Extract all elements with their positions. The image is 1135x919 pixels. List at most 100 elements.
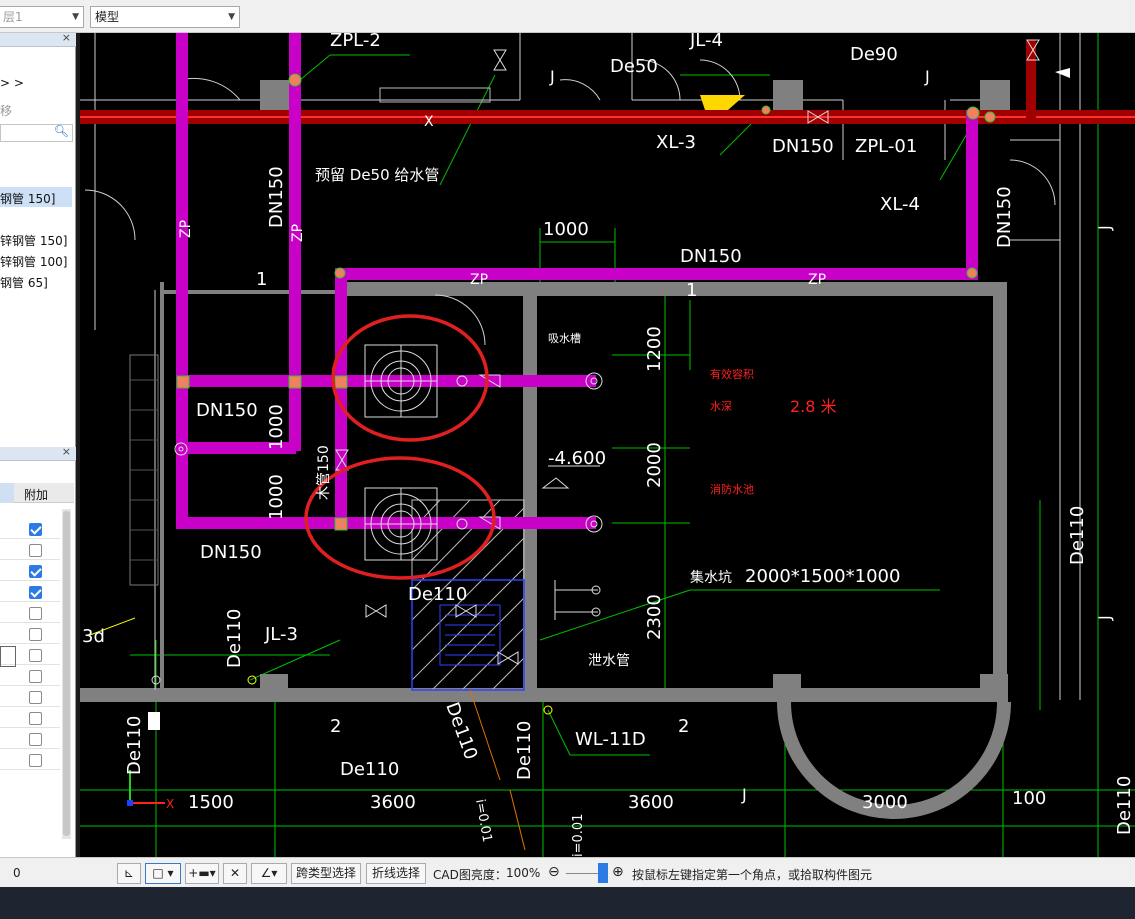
label-axis2-left: 2: [330, 716, 341, 737]
label-axis1-left: 1: [256, 269, 267, 290]
property-item[interactable]: 钢管 65]: [0, 274, 48, 291]
ortho-icon: ⊾: [123, 866, 135, 880]
add-checkbox[interactable]: [29, 628, 42, 641]
grid-header-add: 附加: [24, 488, 49, 502]
label-j-vert2: J: [1095, 615, 1114, 621]
label-de110-bottom: De110: [340, 759, 399, 780]
label-water-depth: 水深: [710, 400, 732, 413]
cad-canvas[interactable]: ZPL-2 JL-4 De50 De90 X J J XL-3 DN150 ZP…: [80, 33, 1135, 857]
grid-row-divider: [0, 559, 60, 560]
scroll-thumb[interactable]: [63, 511, 70, 836]
label-dim-1500: 1500: [188, 792, 234, 813]
label-dim-2300: 2300: [644, 594, 665, 640]
label-1000-top: 1000: [543, 219, 589, 240]
property-item[interactable]: 钢管 150]: [0, 190, 55, 207]
expand-item[interactable]: > >: [0, 76, 24, 90]
add-checkbox[interactable]: [29, 754, 42, 767]
ortho-button[interactable]: ⊾: [117, 863, 141, 884]
walls: [80, 80, 1010, 702]
add-checkbox[interactable]: [29, 586, 42, 599]
highlight-circles: [304, 314, 496, 580]
zoom-out-icon[interactable]: ⊖: [548, 864, 560, 880]
label-dn150-vert-right: DN150: [994, 186, 1015, 248]
label-dim-1200: 1200: [644, 326, 665, 372]
grid-row-divider: [0, 601, 60, 602]
grid-row-divider: [0, 622, 60, 623]
taskbar: [0, 887, 1135, 919]
label-suction: 吸水槽: [548, 332, 581, 345]
snap-button[interactable]: □ ▾: [145, 863, 181, 884]
label-x: X: [424, 114, 434, 130]
cross-button[interactable]: ✕: [223, 863, 247, 884]
grid-edit-cell[interactable]: [0, 646, 16, 667]
add-checkbox[interactable]: [29, 544, 42, 557]
label-de110-right: De110: [1067, 506, 1088, 565]
floor-select[interactable]: 层1 ▼: [0, 6, 84, 28]
property-item[interactable]: 锌钢管 100]: [0, 253, 67, 270]
label-dim-2000: 2000: [644, 442, 665, 488]
label-depth-value: 2.8 米: [790, 397, 837, 416]
label-jl4: JL-4: [689, 33, 723, 51]
label-jl3: JL-3: [264, 624, 298, 645]
search-input[interactable]: 🔍︎: [0, 124, 73, 142]
label-de110-center: De110: [514, 721, 535, 780]
property-item[interactable]: 锌钢管 150]: [0, 232, 67, 249]
add-checkbox[interactable]: [29, 733, 42, 746]
grid-row-divider: [0, 748, 60, 749]
chevron-down-icon: ▼: [72, 12, 79, 22]
ladder-rungs: [130, 379, 158, 561]
label-de90: De90: [850, 44, 898, 65]
add-checkbox[interactable]: [29, 565, 42, 578]
dynamic-input-button[interactable]: +▬▾: [185, 863, 219, 884]
status-bar: 0 ⊾ □ ▾ +▬▾ ✕ ∠▾ 跨类型选择 折线选择 CAD图亮度： 100%…: [0, 857, 1135, 887]
label-dn150-top: DN150: [772, 136, 834, 157]
label-j-top: J: [549, 67, 555, 86]
move-item[interactable]: 移: [0, 102, 12, 119]
label-zp-vert2: ZP: [290, 224, 306, 242]
snap-icon: □ ▾: [152, 866, 174, 880]
white-marker: [1055, 68, 1070, 78]
close-icon[interactable]: ×: [62, 445, 71, 458]
close-icon[interactable]: ×: [62, 31, 71, 44]
zoom-in-icon[interactable]: ⊕: [612, 864, 624, 880]
label-sump-size: 2000*1500*1000: [745, 566, 900, 587]
left-panel: × > > 移 🔍︎ 钢管 150] 锌钢管 150] 锌钢管 100] 钢管 …: [0, 31, 76, 857]
label-zp2: ZP: [808, 272, 826, 288]
label-elevation: -4.600: [548, 448, 606, 469]
add-checkbox[interactable]: [29, 691, 42, 704]
search-icon[interactable]: 🔍︎: [54, 124, 69, 138]
chevron-down-icon: ▼: [228, 12, 235, 22]
label-wl11d: WL-11D: [575, 729, 646, 750]
view-select-value: 模型: [95, 10, 120, 24]
label-dim-100: 100: [1012, 788, 1046, 809]
brightness-slider-thumb[interactable]: [598, 863, 608, 883]
label-de110-diag: De110: [441, 700, 481, 763]
add-checkbox[interactable]: [29, 649, 42, 662]
label-eff-vol: 有效容积: [710, 367, 754, 381]
grid-scrollbar[interactable]: [62, 509, 71, 839]
add-checkbox[interactable]: [29, 670, 42, 683]
view-select[interactable]: 模型 ▼: [90, 6, 240, 28]
label-dim-3600a: 3600: [370, 792, 416, 813]
cross-type-select-button[interactable]: 跨类型选择: [291, 863, 361, 884]
angle-button[interactable]: ∠▾: [251, 863, 287, 884]
label-dn150-left2: DN150: [200, 542, 262, 563]
label-axis1-right: 1: [686, 280, 697, 301]
grid-row-divider: [0, 727, 60, 728]
add-checkbox[interactable]: [29, 607, 42, 620]
jl3-marker: [247, 675, 257, 685]
add-checkbox[interactable]: [29, 523, 42, 536]
grid-row-divider: [0, 643, 60, 644]
label-zp-vert1: ZP: [178, 220, 194, 238]
label-drain: 泄水管: [588, 653, 630, 669]
polyline-select-button[interactable]: 折线选择: [366, 863, 426, 884]
grid-row-divider: [0, 685, 60, 686]
cad-brightness-label: CAD图亮度：: [433, 868, 507, 882]
label-dn150-mid: DN150: [680, 246, 742, 267]
grid-header: 附加: [0, 483, 74, 503]
panel-header-bottom: ×: [0, 445, 76, 461]
add-checkbox[interactable]: [29, 712, 42, 725]
label-dim-1000b: 1000: [266, 474, 287, 520]
grid-row-divider: [0, 538, 60, 539]
drain-valves: [554, 580, 601, 620]
